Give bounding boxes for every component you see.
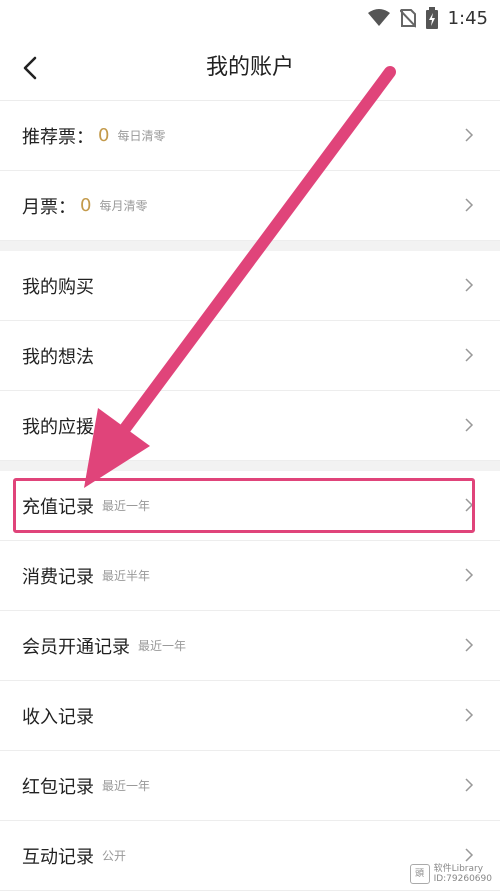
row-label: 我的应援 — [22, 416, 94, 438]
page-title: 我的账户 — [205, 55, 294, 80]
membership-record-row[interactable]: 会员开通记录 最近一年 — [0, 611, 500, 681]
row-subtitle: 公开 — [102, 849, 127, 863]
watermark-line1: 软件Library — [433, 864, 484, 874]
watermark-line2: ID:79260690 — [433, 874, 492, 884]
chevron-right-icon — [465, 568, 474, 582]
consumption-record-row[interactable]: 消费记录 最近半年 — [0, 541, 500, 611]
row-subtitle: 最近一年 — [102, 779, 151, 793]
chevron-right-icon — [465, 708, 474, 722]
chevron-right-icon — [465, 778, 474, 792]
chevron-right-icon — [465, 498, 474, 512]
my-purchases-row[interactable]: 我的购买 — [0, 251, 500, 321]
account-list: 推荐票： 0 每日清零 月票： 0 每月清零 我的购买 我的想法 我的应援 充值… — [0, 101, 500, 891]
status-time: 1:45 — [447, 7, 488, 29]
row-label: 红包记录 — [22, 776, 94, 798]
row-label: 月票： — [22, 196, 76, 218]
watermark: 頭 软件Library ID:79260690 — [409, 864, 492, 884]
row-label: 互动记录 — [22, 846, 94, 868]
row-subtitle: 每日清零 — [117, 129, 166, 143]
row-value: 0 — [98, 125, 110, 146]
section-divider — [0, 461, 500, 471]
chevron-right-icon — [465, 418, 474, 432]
recommend-ticket-row[interactable]: 推荐票： 0 每日清零 — [0, 101, 500, 171]
wifi-icon — [367, 9, 390, 26]
chevron-right-icon — [465, 128, 474, 142]
chevron-right-icon — [465, 348, 474, 362]
chevron-right-icon — [465, 278, 474, 292]
chevron-right-icon — [465, 198, 474, 212]
row-subtitle: 最近一年 — [138, 639, 187, 653]
battery-charging-icon — [425, 7, 438, 29]
status-bar: 1:45 — [0, 0, 500, 36]
row-label: 会员开通记录 — [22, 636, 130, 658]
monthly-ticket-row[interactable]: 月票： 0 每月清零 — [0, 171, 500, 241]
income-record-row[interactable]: 收入记录 — [0, 681, 500, 751]
no-sim-icon — [399, 9, 416, 28]
row-subtitle: 最近一年 — [102, 499, 151, 513]
row-subtitle: 最近半年 — [102, 569, 151, 583]
my-thoughts-row[interactable]: 我的想法 — [0, 321, 500, 391]
recharge-record-row[interactable]: 充值记录 最近一年 — [0, 471, 500, 541]
red-packet-record-row[interactable]: 红包记录 最近一年 — [0, 751, 500, 821]
my-support-row[interactable]: 我的应援 — [0, 391, 500, 461]
row-label: 收入记录 — [22, 706, 94, 728]
chevron-right-icon — [465, 638, 474, 652]
chevron-right-icon — [465, 848, 474, 862]
row-label: 充值记录 — [22, 496, 94, 518]
row-label: 我的想法 — [22, 346, 94, 368]
watermark-logo-icon: 頭 — [409, 864, 430, 884]
row-value: 0 — [80, 195, 92, 216]
section-divider — [0, 241, 500, 251]
row-label: 我的购买 — [22, 276, 94, 298]
status-icons: 1:45 — [367, 6, 488, 30]
row-label: 推荐票： — [22, 126, 94, 148]
row-subtitle: 每月清零 — [99, 199, 148, 213]
row-label: 消费记录 — [22, 566, 94, 588]
top-bar: 我的账户 — [0, 36, 500, 101]
